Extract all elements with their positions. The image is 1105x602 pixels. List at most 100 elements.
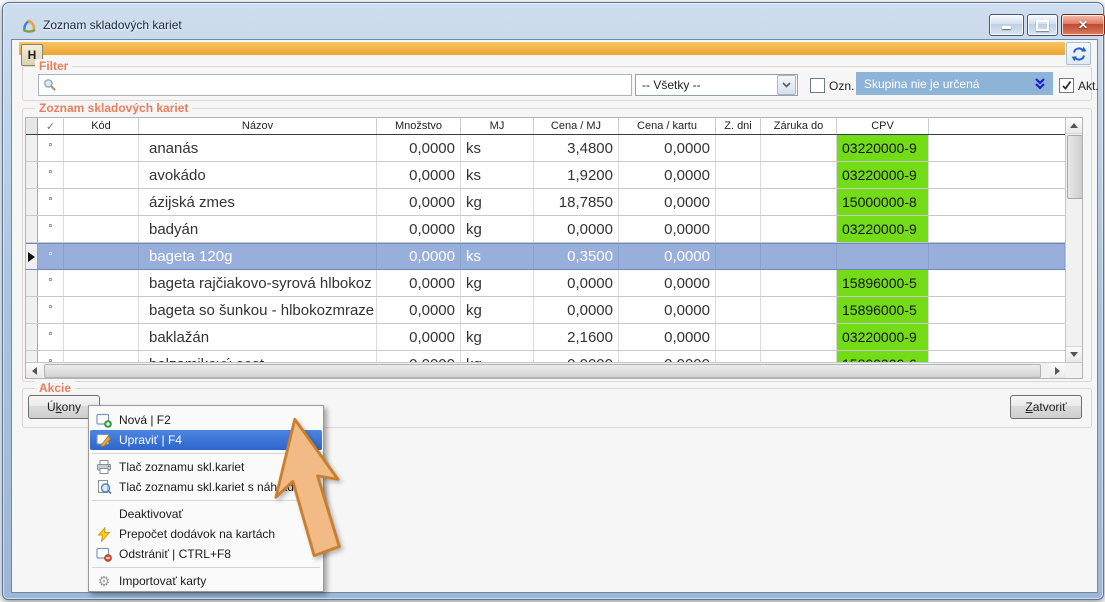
- scroll-right-button[interactable]: [1049, 363, 1065, 378]
- horizontal-scrollbar-thumb[interactable]: [44, 364, 1041, 378]
- header-cell-cpv[interactable]: CPV: [837, 118, 929, 134]
- table-row[interactable]: ° ázijská zmes 0,0000 kg 18,7850 0,0000 …: [26, 189, 1065, 216]
- row-marker: °: [38, 244, 64, 269]
- zatvorit-button[interactable]: Zatvoriť: [1010, 395, 1082, 419]
- table-row[interactable]: ° baklažán 0,0000 kg 2,1600 0,0000 03220…: [26, 324, 1065, 351]
- cell-cena-mj: 1,9200: [534, 162, 619, 188]
- minimize-button[interactable]: [989, 14, 1024, 36]
- cell-z-dni: [716, 162, 761, 188]
- print-preview-icon: [95, 479, 113, 495]
- cell-zaruka-do: [761, 244, 837, 269]
- menu-separator: [92, 567, 320, 568]
- horizontal-scrollbar-track[interactable]: [42, 363, 1049, 378]
- cell-z-dni: [716, 270, 761, 296]
- blank-icon: [95, 506, 113, 522]
- table-header: ✓ Kód Názov Množstvo MJ Cena / MJ Cena /…: [26, 118, 1065, 135]
- horizontal-scrollbar[interactable]: [26, 362, 1082, 378]
- vertical-scrollbar-thumb[interactable]: [1067, 135, 1082, 199]
- cell-cena-kartu: 0,0000: [619, 297, 716, 323]
- table-row[interactable]: ° bageta so šunkou - hlbokozmraze 0,0000…: [26, 297, 1065, 324]
- maximize-button[interactable]: [1027, 14, 1058, 36]
- search-input[interactable]: [60, 76, 631, 94]
- table-row[interactable]: ° avokádo 0,0000 ks 1,9200 0,0000 032200…: [26, 162, 1065, 189]
- cell-cpv: 15896000-5: [837, 297, 929, 323]
- header-cell-check[interactable]: ✓: [38, 118, 64, 134]
- menu-item-importovat[interactable]: ⚙ Importovať karty: [90, 571, 322, 591]
- cell-filler: [929, 189, 1065, 215]
- menu-item-upravit[interactable]: Upraviť | F4: [90, 430, 322, 450]
- print-icon: [95, 459, 113, 475]
- header-cell-cena-mj[interactable]: Cena / MJ: [534, 118, 619, 134]
- menu-item-nova[interactable]: Nová | F2: [90, 410, 322, 430]
- header-cell-mnozstvo[interactable]: Množstvo: [377, 118, 461, 134]
- partial-row-clip: ° balzamikový ocot 0,0000 kg 0,0000 0,00…: [26, 351, 1065, 362]
- table-row[interactable]: ° bageta rajčiakovo-syrová hlbokoz 0,000…: [26, 270, 1065, 297]
- close-button[interactable]: ✕: [1061, 14, 1105, 36]
- accent-bar: [19, 42, 1065, 55]
- akt-checkbox[interactable]: [1059, 78, 1074, 93]
- ozn-checkbox[interactable]: [810, 78, 825, 93]
- cell-cena-kartu: 0,0000: [619, 189, 716, 215]
- cell-kod: [64, 244, 139, 269]
- row-marker: °: [38, 270, 64, 296]
- cell-kod: [64, 162, 139, 188]
- current-row-indicator-icon: [28, 252, 35, 262]
- cell-cena-mj: 0,0000: [534, 270, 619, 296]
- menu-item-label: Prepočet dodávok na kartách: [119, 527, 275, 541]
- cell-nazov: bageta so šunkou - hlbokozmraze: [139, 297, 377, 323]
- cell-mj: ks: [461, 244, 534, 269]
- menu-item-label: Odstrániť | CTRL+F8: [119, 547, 231, 561]
- cell-cpv: 03220000-9: [837, 162, 929, 188]
- vertical-scrollbar[interactable]: [1065, 118, 1082, 362]
- menu-item-odstranit[interactable]: Odstrániť | CTRL+F8: [90, 544, 322, 564]
- cell-mnozstvo: 0,0000: [377, 351, 461, 362]
- cell-z-dni: [716, 135, 761, 161]
- header-cell-z-dni[interactable]: Z. dni: [716, 118, 761, 134]
- cell-cena-kartu: 0,0000: [619, 135, 716, 161]
- menu-item-tlac-nahlad[interactable]: Tlač zoznamu skl.kariet s náhľadom: [90, 477, 322, 497]
- cell-nazov: baklažán: [139, 324, 377, 350]
- cell-mj: kg: [461, 324, 534, 350]
- header-cell-zaruka-do[interactable]: Záruka do: [761, 118, 837, 134]
- cell-nazov: bageta rajčiakovo-syrová hlbokoz: [139, 270, 377, 296]
- cell-kod: [64, 297, 139, 323]
- menu-item-deaktivovat[interactable]: Deaktivovať: [90, 504, 322, 524]
- cell-filler: [929, 216, 1065, 242]
- arrow-up-icon: [1070, 123, 1078, 128]
- table-row-partial[interactable]: ° balzamikový ocot 0,0000 kg 0,0000 0,00…: [26, 351, 1065, 362]
- cell-z-dni: [716, 189, 761, 215]
- cell-cena-mj: 0,0000: [534, 351, 619, 362]
- scroll-down-button[interactable]: [1066, 346, 1082, 362]
- group-filter-panel[interactable]: Skupina nie je určená: [856, 72, 1053, 95]
- row-marker: °: [38, 297, 64, 323]
- actions-group-label: Akcie: [35, 381, 75, 395]
- cell-mnozstvo: 0,0000: [377, 162, 461, 188]
- cell-cpv: 15800000-6: [837, 351, 929, 362]
- menu-item-tlac-zoznamu[interactable]: Tlač zoznamu skl.kariet: [90, 457, 322, 477]
- cell-filler: [929, 244, 1065, 269]
- scroll-left-button[interactable]: [26, 363, 42, 378]
- dropdown-arrow-button[interactable]: [777, 75, 796, 95]
- table-row[interactable]: ° badyán 0,0000 kg 0,0000 0,0000 0322000…: [26, 216, 1065, 243]
- screenshot-canvas: Zoznam skladových kariet ✕ H Filter: [0, 0, 1105, 602]
- header-cell-kod[interactable]: Kód: [64, 118, 139, 134]
- cell-cena-kartu: 0,0000: [619, 351, 716, 362]
- row-indicator-cell: [26, 135, 38, 161]
- cell-mj: kg: [461, 297, 534, 323]
- cell-z-dni: [716, 324, 761, 350]
- titlebar[interactable]: Zoznam skladových kariet ✕: [3, 3, 1103, 39]
- header-cell-mj[interactable]: MJ: [461, 118, 534, 134]
- cell-cpv: 03220000-9: [837, 324, 929, 350]
- window: Zoznam skladových kariet ✕ H Filter: [2, 2, 1104, 600]
- table-row-selected[interactable]: ° bageta 120g 0,0000 ks 0,3500 0,0000: [26, 243, 1065, 270]
- double-chevron-down-icon: [1034, 78, 1046, 90]
- menu-item-prepocet[interactable]: Prepočet dodávok na kartách: [90, 524, 322, 544]
- table-row[interactable]: ° ananás 0,0000 ks 3,4800 0,0000 0322000…: [26, 135, 1065, 162]
- header-cell-cena-kartu[interactable]: Cena / kartu: [619, 118, 716, 134]
- akt-label: Akt.: [1078, 79, 1099, 93]
- category-dropdown[interactable]: -- Všetky --: [635, 74, 798, 96]
- header-cell-nazov[interactable]: Názov: [139, 118, 377, 134]
- cell-filler: [929, 324, 1065, 350]
- scroll-up-button[interactable]: [1066, 118, 1082, 134]
- refresh-button[interactable]: [1066, 42, 1091, 65]
